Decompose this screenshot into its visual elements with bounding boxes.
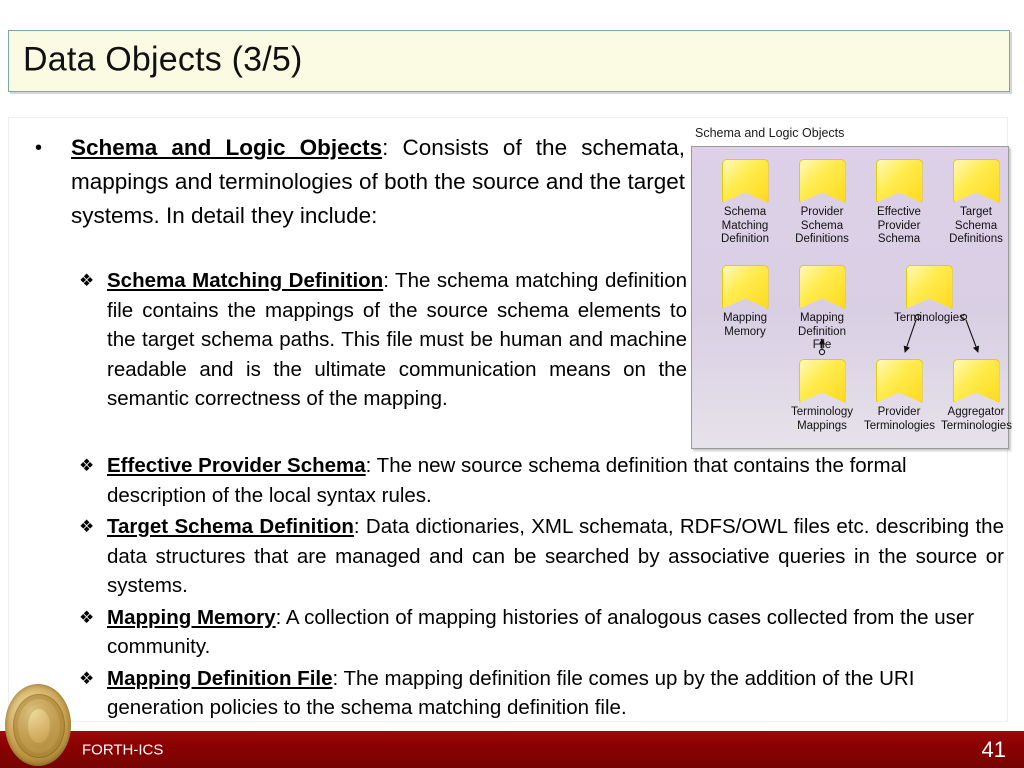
diagram-node-label: Effective Provider Schema [877, 206, 921, 245]
diagram-node-label: Mapping Definition File [798, 312, 846, 351]
document-object-icon [952, 359, 1000, 403]
diagram-node-label: Target Schema Definitions [949, 206, 1003, 245]
sub-bullet-lead: Target Schema Definition [107, 515, 354, 538]
sub-bullet-text: Schema Matching Definition: The schema m… [107, 266, 687, 414]
diagram-caption: Schema and Logic Objects [695, 126, 845, 140]
document-object-icon [875, 159, 923, 203]
diagram-node-effective-provider-schema: Effective Provider Schema [864, 159, 934, 247]
sub-bullet-mapping-definition-file: ❖ Mapping Definition File: The mapping d… [79, 664, 1004, 723]
diagram-node-label: Provider Schema Definitions [795, 206, 849, 245]
diagram-node-label: Terminologies [894, 312, 965, 324]
sub-bullet-lead: Mapping Definition File [107, 666, 333, 690]
sub-bullet-lead: Mapping Memory [107, 605, 276, 629]
main-bullet: • Schema and Logic Objects: Consists of … [35, 131, 685, 233]
diagram-node-provider-terminologies: Provider Terminologies [864, 359, 935, 433]
document-object-icon [952, 159, 1000, 203]
main-bullet-lead: Schema and Logic Objects [71, 135, 383, 160]
sub-bullet-text: Mapping Memory: A collection of mapping … [107, 603, 1004, 662]
diagram-node-label: Provider Terminologies [864, 406, 935, 432]
diagram-node-schema-matching-definition: Schema Matching Definition [710, 159, 780, 247]
document-object-icon [721, 265, 769, 309]
sub-bullet-text: Mapping Definition File: The mapping def… [107, 664, 1004, 723]
diagram-node-mapping-definition-file: Mapping Definition File [787, 265, 857, 353]
diagram-node-target-schema-definitions: Target Schema Definitions [941, 159, 1011, 247]
sub-bullet-text: Target Schema Definition: Data dictionar… [107, 512, 1004, 601]
sub-bullet-target-schema-definition: ❖ Target Schema Definition: Data diction… [79, 512, 1004, 601]
diagram-node-terminology-mappings: Terminology Mappings [787, 359, 857, 433]
bullet-marker-icon: • [35, 137, 43, 159]
diagram-node-mapping-memory: Mapping Memory [710, 265, 780, 339]
diamond-bullet-icon: ❖ [79, 607, 95, 627]
diamond-bullet-icon: ❖ [79, 668, 95, 688]
document-object-icon [721, 159, 769, 203]
diagram-node-provider-schema-definitions: Provider Schema Definitions [787, 159, 857, 247]
diamond-bullet-icon: ❖ [79, 456, 95, 475]
diagram-node-label: Mapping Memory [722, 312, 768, 338]
sub-bullet-mapping-memory: ❖ Mapping Memory: A collection of mappin… [79, 603, 1004, 662]
document-object-icon [798, 159, 846, 203]
diamond-bullet-icon: ❖ [79, 271, 95, 290]
document-object-icon [798, 359, 846, 403]
diagram-node-label: Schema Matching Definition [721, 206, 769, 245]
sub-bullet-text: Effective Provider Schema: The new sourc… [107, 451, 1004, 510]
document-object-icon [798, 265, 846, 309]
phaistos-disc-logo-icon [5, 684, 71, 766]
sub-bullet-effective-provider-schema: ❖ Effective Provider Schema: The new sou… [79, 451, 1004, 510]
document-object-icon [875, 359, 923, 403]
footer-bar: FORTH-ICS 41 [0, 731, 1024, 768]
diagram-canvas: Schema Matching Definition Provider Schema De… [691, 146, 1012, 449]
diagram-node-label: Terminology Mappings [791, 406, 853, 432]
document-object-icon [905, 265, 953, 309]
sub-bullet-lead: Effective Provider Schema [107, 454, 366, 477]
diagram-node-label: Aggregator Terminologies [941, 406, 1012, 432]
page-number: 41 [981, 736, 1006, 762]
diagram-node-terminologies: Terminologies [894, 265, 965, 326]
slide-content-panel: • Schema and Logic Objects: Consists of … [8, 117, 1012, 725]
sub-bullet-schema-matching-definition: ❖ Schema Matching Definition: The schema… [79, 266, 687, 414]
main-bullet-text: Schema and Logic Objects: Consists of th… [71, 131, 685, 233]
diamond-bullet-icon: ❖ [79, 517, 95, 536]
page-title: Data Objects (3/5) [23, 40, 303, 79]
slide-title-bar: Data Objects (3/5) [8, 30, 1010, 92]
sub-bullet-lead: Schema Matching Definition [107, 269, 384, 292]
footer-organization: FORTH-ICS [82, 741, 164, 758]
diagram-node-aggregator-terminologies: Aggregator Terminologies [941, 359, 1012, 433]
sub-bullet-list: ❖ Effective Provider Schema: The new sou… [79, 451, 1004, 725]
schema-and-logic-objects-diagram: Schema and Logic Objects Schema Matching D… [685, 126, 1012, 451]
